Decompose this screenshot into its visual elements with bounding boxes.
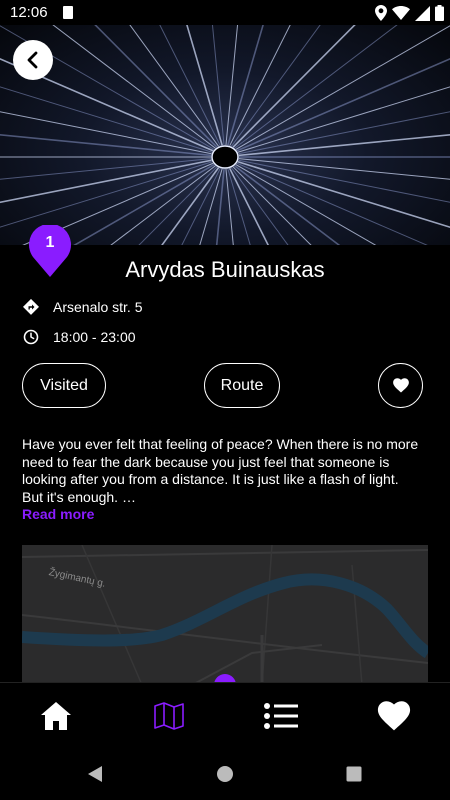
hero-image	[0, 25, 450, 245]
address-text: Arsenalo str. 5	[53, 299, 143, 315]
nav-list[interactable]	[225, 683, 338, 748]
signal-icon	[415, 5, 430, 21]
system-recents-button[interactable]	[345, 764, 363, 789]
map-icon	[153, 701, 184, 730]
system-home-button[interactable]	[216, 764, 234, 789]
address-row: Arsenalo str. 5	[22, 298, 143, 316]
status-bar: 12:06	[0, 0, 450, 25]
map-view[interactable]: Žygimantų g.	[22, 545, 428, 685]
heart-icon	[377, 700, 410, 730]
place-number: 1	[45, 234, 55, 251]
nav-home[interactable]	[0, 683, 113, 748]
hours-text: 18:00 - 23:00	[53, 329, 136, 345]
description-line: Have you ever felt that feeling of peace…	[22, 436, 419, 452]
description-line: need to fear the dark because you just f…	[22, 453, 390, 470]
square-recents-icon	[346, 766, 362, 782]
status-time: 12:06	[10, 4, 48, 21]
battery-icon	[435, 5, 444, 21]
map-tiles	[22, 545, 428, 685]
read-more-link[interactable]: Read more	[22, 506, 94, 522]
nav-favorites[interactable]	[338, 683, 450, 748]
system-nav-bar	[0, 748, 450, 800]
nav-map[interactable]	[113, 683, 226, 748]
status-icons	[375, 3, 444, 23]
directions-icon	[22, 298, 40, 316]
back-button[interactable]	[13, 40, 53, 80]
list-icon	[264, 702, 299, 729]
sd-card-icon	[63, 6, 73, 19]
description-line: But it's enough. …	[22, 488, 136, 505]
favorite-button[interactable]	[378, 363, 423, 408]
clock-icon	[22, 328, 40, 346]
system-back-button[interactable]	[86, 764, 104, 789]
light-rays-image	[0, 25, 450, 245]
description-line: looking after you from a distance. It is…	[22, 471, 399, 487]
heart-icon	[392, 378, 409, 393]
place-number-pin: 1	[27, 223, 73, 277]
bottom-nav	[0, 682, 450, 748]
triangle-back-icon	[88, 766, 102, 782]
visited-button[interactable]: Visited	[22, 363, 106, 408]
home-icon	[41, 701, 72, 730]
route-button[interactable]: Route	[204, 363, 280, 408]
location-icon	[375, 5, 387, 21]
circle-home-icon	[217, 766, 233, 782]
hours-row: 18:00 - 23:00	[22, 328, 136, 346]
wifi-icon	[392, 6, 410, 20]
chevron-left-icon	[27, 51, 38, 69]
description: Have you ever felt that feeling of peace…	[22, 436, 427, 506]
